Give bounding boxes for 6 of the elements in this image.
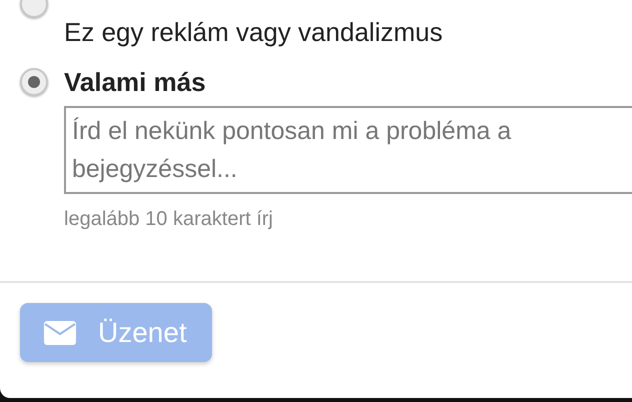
option-label: Valami más [64, 66, 207, 98]
message-field[interactable]: Írd el nekünk pontosan mi a probléma a bejegyzéssel... [64, 106, 632, 194]
option-description: Ez egy reklám vagy vandalizmus [64, 16, 444, 48]
hint-text: legalább 10 karaktert írj [64, 208, 274, 231]
radio-button[interactable] [20, 68, 48, 96]
envelope-icon [44, 320, 76, 344]
